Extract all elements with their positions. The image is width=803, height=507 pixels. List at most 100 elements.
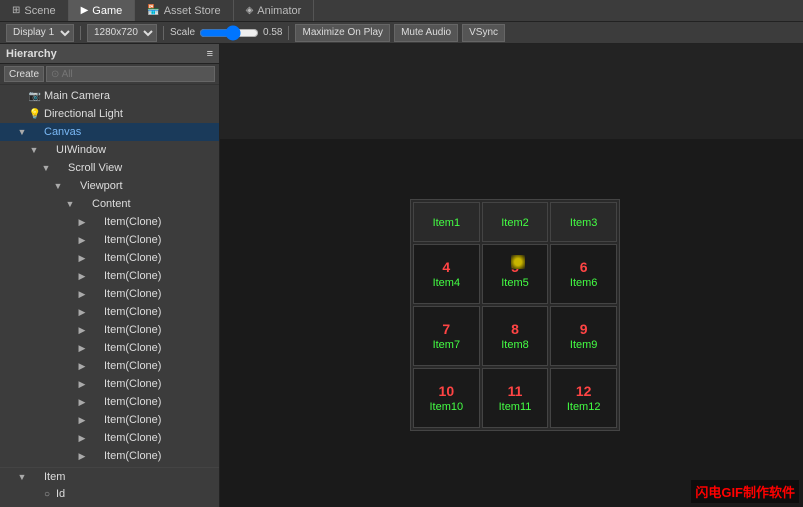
cell-number: 4 — [442, 259, 450, 276]
tree-item-clone-13[interactable]: ▶Item(Clone) — [0, 429, 219, 447]
cell-number: 10 — [439, 383, 455, 400]
tree-item-uiwindow[interactable]: ▼ UIWindow — [0, 141, 219, 159]
cell-label: Item3 — [570, 217, 598, 229]
tab-asset-store-label: Asset Store — [164, 5, 221, 17]
tree-label: Canvas — [44, 126, 81, 138]
tree-item-clone-7[interactable]: ▶Item(Clone) — [0, 321, 219, 339]
tree-item-main-camera[interactable]: 📷 Main Camera — [0, 87, 219, 105]
tree-item-clone-9[interactable]: ▶Item(Clone) — [0, 357, 219, 375]
cell-label: Item4 — [433, 276, 461, 291]
grid-cell-item1: Item1 — [413, 202, 480, 242]
tree-item-clone-2[interactable]: ▶Item(Clone) — [0, 231, 219, 249]
resolution-select[interactable]: 1280x720 — [87, 24, 157, 42]
grid-cell-6: 6 Item6 — [550, 244, 617, 304]
game-toolbar: Display 1 1280x720 Scale 0.58 Maximize O… — [0, 22, 803, 44]
tab-game[interactable]: ▶ Game — [69, 0, 136, 21]
tree-label: Directional Light — [44, 108, 123, 120]
mute-audio-button[interactable]: Mute Audio — [394, 24, 458, 42]
hierarchy-menu-icon[interactable]: ≡ — [207, 48, 213, 60]
tree-item-viewport[interactable]: ▼ Viewport — [0, 177, 219, 195]
tree-label: Content — [92, 198, 131, 210]
tree-item-clone-12[interactable]: ▶Item(Clone) — [0, 411, 219, 429]
tree-item-scroll-view[interactable]: ▼ Scroll View — [0, 159, 219, 177]
tab-animator-label: Animator — [257, 5, 301, 17]
grid-cell-7: 7 Item7 — [413, 306, 480, 366]
tree-label: Viewport — [80, 180, 123, 192]
grid-cell-9: 9 Item9 — [550, 306, 617, 366]
cell-label: Item5 — [501, 276, 529, 291]
tree-item-directional-light[interactable]: 💡 Directional Light — [0, 105, 219, 123]
tab-scene[interactable]: ⊞ Scene — [0, 0, 69, 21]
tab-bar: ⊞ Scene ▶ Game 🏪 Asset Store ◈ Animator — [0, 0, 803, 22]
create-button[interactable]: Create — [4, 66, 44, 82]
cell-number: 7 — [442, 321, 450, 338]
tree-item-clone-4[interactable]: ▶Item(Clone) — [0, 267, 219, 285]
scale-slider[interactable] — [199, 25, 259, 41]
tab-game-label: Game — [92, 5, 122, 17]
tab-animator[interactable]: ◈ Animator — [234, 0, 315, 21]
animator-icon: ◈ — [246, 5, 254, 16]
tree-item-text[interactable]: ○ Text — [0, 503, 219, 507]
hierarchy-title: Hierarchy — [6, 48, 57, 60]
hierarchy-search[interactable] — [46, 66, 215, 82]
tree-item-item[interactable]: ▼ Item — [0, 467, 219, 485]
tree-item-canvas[interactable]: ▼ Canvas — [0, 123, 219, 141]
cell-label: Item2 — [501, 217, 529, 229]
cell-label: Item7 — [433, 338, 461, 353]
grid-cell-11: 11 Item11 — [482, 368, 549, 428]
cell-label: Item11 — [499, 400, 532, 415]
tree-item-clone-6[interactable]: ▶Item(Clone) — [0, 303, 219, 321]
grid-cell-12: 12 Item12 — [550, 368, 617, 428]
tree-item-content[interactable]: ▼ Content — [0, 195, 219, 213]
scene-icon: ⊞ — [12, 5, 20, 16]
tree-item-id[interactable]: ○ Id — [0, 485, 219, 503]
arrow: ▼ — [52, 181, 64, 191]
cell-label: Item12 — [567, 400, 601, 415]
sep1 — [80, 26, 81, 40]
hierarchy-toolbar: Create — [0, 64, 219, 85]
hierarchy-panel: Hierarchy ≡ Create 📷 Main Camera 💡 Direc… — [0, 44, 220, 507]
cell-label: Item1 — [433, 217, 461, 229]
cell-number: 8 — [511, 321, 519, 338]
grid-cell-item2: Item2 — [482, 202, 549, 242]
cell-number: 6 — [580, 259, 588, 276]
tree-label: Scroll View — [68, 162, 122, 174]
arrow: ▼ — [16, 127, 28, 137]
asset-store-icon: 🏪 — [147, 5, 159, 16]
tree-item-clone-14[interactable]: ▶Item(Clone) — [0, 447, 219, 465]
game-icon: ▶ — [81, 5, 89, 16]
game-view: 闪电GIF制作软件 Item1 Item2 Item3 4 Item4 5 — [220, 44, 803, 507]
cell-number: 12 — [576, 383, 592, 400]
watermark-bottom: 闪电GIF制作软件 — [691, 480, 799, 503]
hierarchy-tree[interactable]: 📷 Main Camera 💡 Directional Light ▼ Canv… — [0, 85, 219, 507]
arrow: ▼ — [40, 163, 52, 173]
grid-cell-5: 5 Item5 — [482, 244, 549, 304]
tree-item-clone-10[interactable]: ▶Item(Clone) — [0, 375, 219, 393]
tab-scene-label: Scene — [24, 5, 55, 17]
cell-label: Item9 — [570, 338, 598, 353]
tree-item-clone-1[interactable]: ▶Item(Clone) — [0, 213, 219, 231]
arrow: ▼ — [64, 199, 76, 209]
display-select[interactable]: Display 1 — [6, 24, 74, 42]
tree-item-clone-3[interactable]: ▶Item(Clone) — [0, 249, 219, 267]
scale-value: 0.58 — [263, 27, 282, 38]
arrow: ▼ — [28, 145, 40, 155]
camera-icon: 📷 — [28, 91, 42, 102]
vsync-button[interactable]: VSync — [462, 24, 505, 42]
hierarchy-header: Hierarchy ≡ — [0, 44, 219, 64]
cell-number: 9 — [580, 321, 588, 338]
tree-item-clone-11[interactable]: ▶Item(Clone) — [0, 393, 219, 411]
cell-label: Item6 — [570, 276, 598, 291]
grid-cell-10: 10 Item10 — [413, 368, 480, 428]
tree-label: UIWindow — [56, 144, 106, 156]
tree-item-clone-5[interactable]: ▶Item(Clone) — [0, 285, 219, 303]
tab-asset-store[interactable]: 🏪 Asset Store — [135, 0, 233, 21]
scale-label: Scale — [170, 27, 195, 38]
cursor — [511, 255, 525, 269]
main-area: Hierarchy ≡ Create 📷 Main Camera 💡 Direc… — [0, 44, 803, 507]
tree-item-clone-8[interactable]: ▶Item(Clone) — [0, 339, 219, 357]
maximize-on-play-button[interactable]: Maximize On Play — [295, 24, 390, 42]
grid-cell-8: 8 Item8 — [482, 306, 549, 366]
cell-number: 11 — [508, 383, 523, 400]
tree-label: Main Camera — [44, 90, 110, 102]
